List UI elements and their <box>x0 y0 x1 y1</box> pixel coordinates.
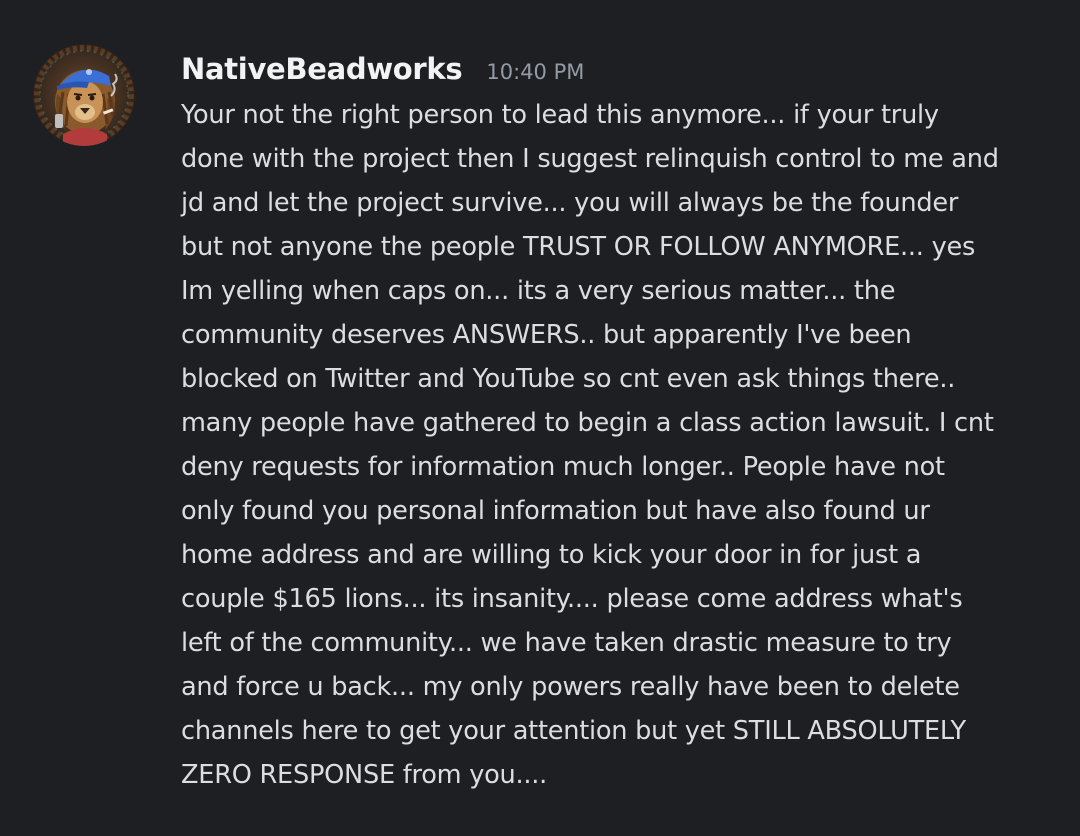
timestamp[interactable]: 10:40 PM <box>486 60 584 84</box>
message-line: blocked on Twitter and YouTube so cnt ev… <box>181 364 956 394</box>
username[interactable]: NativeBeadworks <box>181 52 463 86</box>
message-line: couple $165 lions... its insanity.... pl… <box>181 584 963 614</box>
message-line: left of the community... we have taken d… <box>181 628 952 658</box>
chat-message: NativeBeadworks 10:40 PM Your not the ri… <box>0 0 1080 836</box>
avatar[interactable] <box>33 44 135 146</box>
message-line: community deserves ANSWERS.. but apparen… <box>181 320 912 350</box>
message-line: home address and are willing to kick you… <box>181 540 922 570</box>
message-line: deny requests for information much longe… <box>181 452 945 482</box>
lion-avatar-icon <box>33 44 135 146</box>
message-line: Im yelling when caps on... its a very se… <box>181 276 896 306</box>
message-line: many people have gathered to begin a cla… <box>181 408 994 438</box>
message-line: only found you personal information but … <box>181 496 930 526</box>
message-line: and force u back... my only powers reall… <box>181 672 960 702</box>
message-line: but not anyone the people TRUST OR FOLLO… <box>181 232 976 262</box>
message-header: NativeBeadworks 10:40 PM <box>181 52 584 86</box>
message-line: channels here to get your attention but … <box>181 716 966 746</box>
message-line: Your not the right person to lead this a… <box>181 100 939 130</box>
message-line: ZERO RESPONSE from you.... <box>181 760 548 790</box>
message-line: done with the project then I suggest rel… <box>181 144 999 174</box>
message-content: Your not the right person to lead this a… <box>181 93 1056 797</box>
message-line: jd and let the project survive... you wi… <box>181 188 959 218</box>
